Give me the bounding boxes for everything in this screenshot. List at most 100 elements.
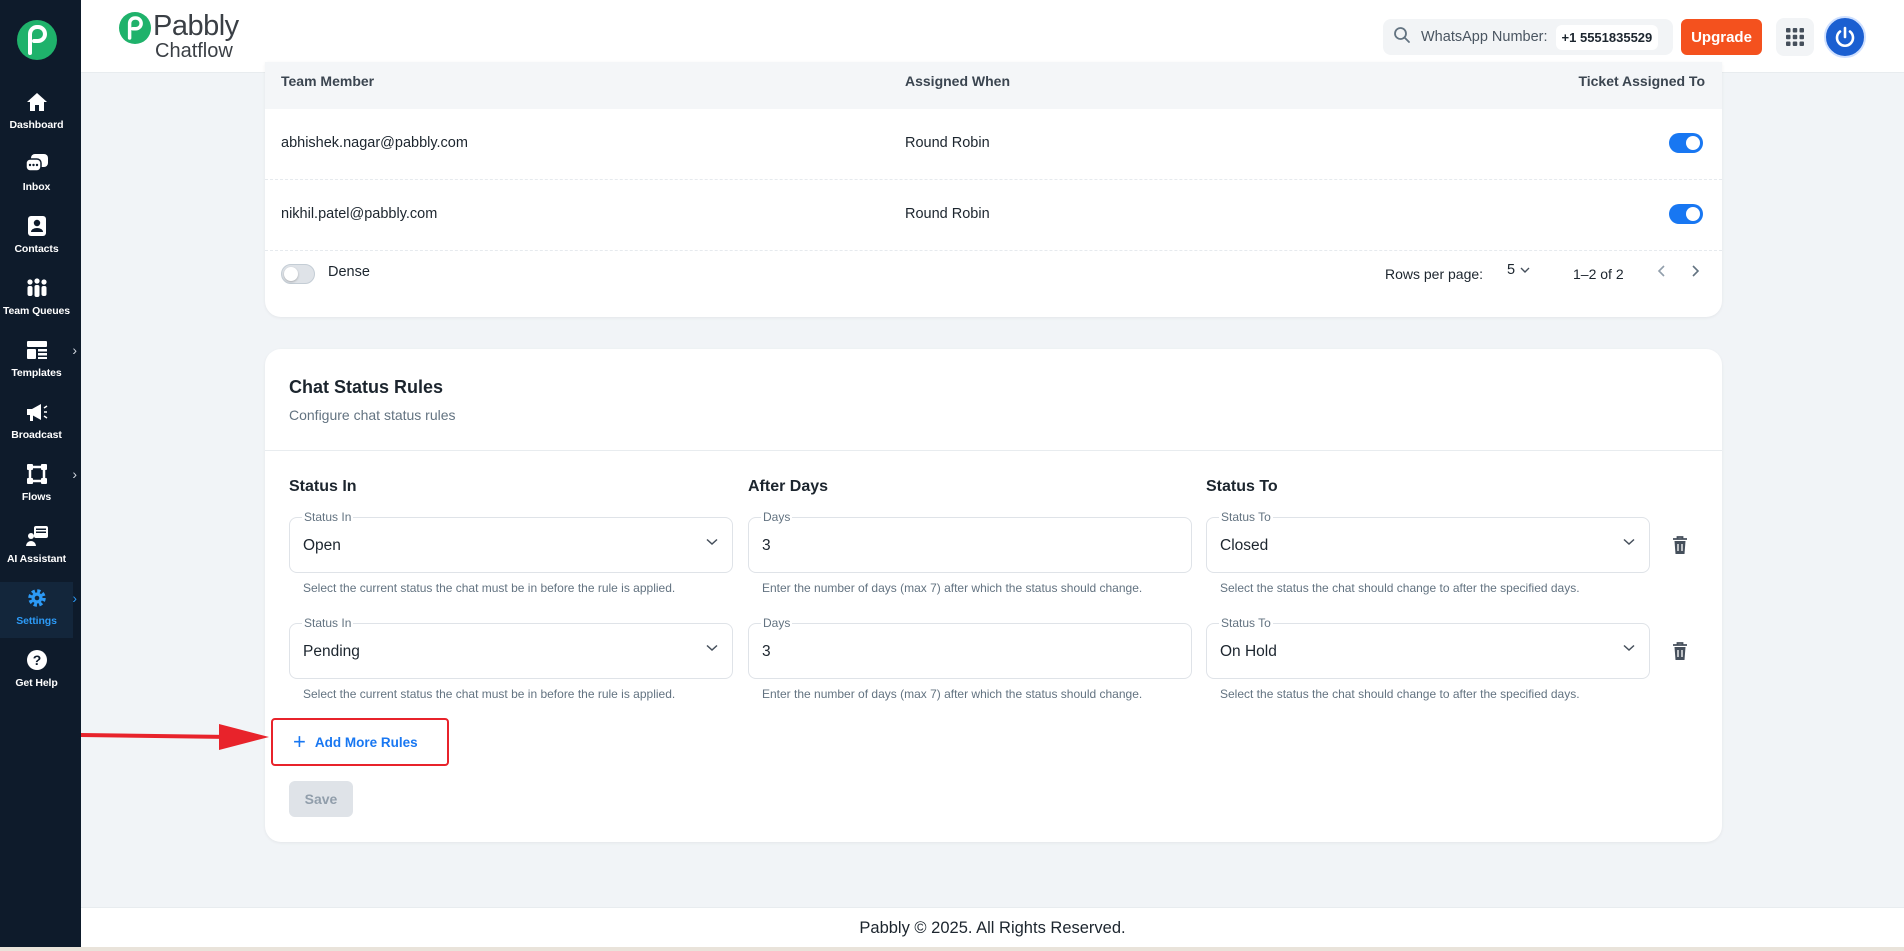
add-more-rules-button[interactable]: + Add More Rules — [271, 718, 449, 766]
status-to-select[interactable]: Status To Closed — [1206, 510, 1650, 573]
table-row: nikhil.patel@pabbly.com Round Robin — [265, 180, 1722, 251]
field-label: Status In — [302, 510, 354, 524]
bottom-strip — [0, 947, 1904, 951]
sidebar-item-inbox[interactable]: Inbox — [0, 148, 73, 204]
add-more-rules-label: Add More Rules — [314, 734, 418, 750]
rows-per-page-label: Rows per page: — [1385, 266, 1484, 282]
helper-text: Enter the number of days (max 7) after w… — [762, 687, 1143, 701]
status-in-select[interactable]: Status In Pending — [289, 616, 733, 679]
column-heading-after-days: After Days — [748, 478, 829, 495]
divider — [265, 450, 1722, 451]
team-icon — [25, 276, 49, 300]
ticket-assigned-toggle[interactable] — [1669, 133, 1703, 153]
gear-icon — [25, 586, 49, 610]
chevron-down-icon — [1623, 538, 1635, 546]
whatsapp-number-box[interactable]: WhatsApp Number: +1 5551835529 — [1383, 19, 1673, 55]
brand-logo[interactable]: Pabbly Chatflow — [119, 12, 239, 61]
brand-subtitle: Chatflow — [155, 40, 233, 62]
inbox-chat-icon — [24, 152, 49, 176]
help-icon: ? — [25, 648, 49, 672]
sidebar-item-label: Team Queues — [3, 305, 70, 317]
megaphone-icon — [25, 400, 49, 424]
dense-toggle[interactable] — [281, 264, 315, 284]
brand-name: Pabbly — [153, 10, 239, 42]
chevron-down-icon — [1623, 644, 1635, 652]
sidebar: Dashboard Inbox Contacts Team Queues Tem… — [0, 0, 81, 951]
home-icon — [25, 90, 49, 114]
rows-per-page-value: 5 — [1507, 262, 1516, 278]
field-label: Status To — [1219, 510, 1273, 524]
assigned-when-value: Round Robin — [905, 206, 990, 222]
rows-per-page-select[interactable]: 5 — [1507, 262, 1530, 278]
templates-icon — [25, 338, 49, 362]
status-in-select[interactable]: Status In Open — [289, 510, 733, 573]
field-value: 3 — [762, 537, 771, 554]
column-header-ticket-assigned-to: Ticket Assigned To — [1578, 73, 1705, 89]
column-heading-status-in: Status In — [289, 478, 357, 495]
field-label: Status To — [1219, 616, 1273, 630]
delete-rule-trash-icon[interactable] — [1670, 534, 1690, 556]
ai-assistant-icon — [25, 524, 49, 548]
chat-status-rules-card: Chat Status Rules Configure chat status … — [265, 349, 1722, 842]
column-header-team-member: Team Member — [281, 73, 375, 89]
next-page-icon[interactable] — [1690, 264, 1700, 282]
field-value: Closed — [1220, 537, 1269, 554]
upgrade-button[interactable]: Upgrade — [1681, 19, 1762, 55]
ticket-assigned-toggle[interactable] — [1669, 204, 1703, 224]
field-value: Pending — [303, 643, 360, 660]
account-power-icon[interactable] — [1824, 16, 1866, 58]
dense-label: Dense — [328, 264, 370, 280]
sidebar-item-settings[interactable]: Settings › — [0, 582, 77, 638]
sidebar-item-ai-assistant[interactable]: AI Assistant — [0, 520, 73, 576]
assigned-when-value: Round Robin — [905, 135, 990, 151]
field-value: 3 — [762, 643, 771, 660]
svg-text:?: ? — [32, 652, 41, 668]
sidebar-item-label: Broadcast — [11, 429, 62, 441]
apps-grid-icon[interactable] — [1776, 18, 1814, 56]
delete-rule-trash-icon[interactable] — [1670, 640, 1690, 662]
pagination-range: 1–2 of 2 — [1573, 266, 1624, 282]
sidebar-item-dashboard[interactable]: Dashboard — [0, 86, 73, 142]
column-header-assigned-when: Assigned When — [905, 73, 1011, 89]
sidebar-item-flows[interactable]: Flows › — [0, 458, 77, 514]
plus-icon: + — [293, 729, 306, 754]
team-member-email: nikhil.patel@pabbly.com — [281, 206, 438, 222]
helper-text: Select the current status the chat must … — [303, 687, 676, 701]
page-footer: Pabbly © 2025. All Rights Reserved. — [81, 907, 1904, 948]
helper-text: Enter the number of days (max 7) after w… — [762, 581, 1143, 595]
sidebar-item-label: Get Help — [15, 677, 58, 689]
field-value: On Hold — [1220, 643, 1277, 660]
days-input[interactable]: Days 3 — [748, 616, 1192, 679]
sidebar-item-label: Inbox — [22, 181, 51, 193]
sidebar-item-team-queues[interactable]: Team Queues — [0, 272, 73, 328]
sidebar-item-get-help[interactable]: ? Get Help — [0, 644, 73, 700]
card-title: Chat Status Rules — [289, 377, 444, 397]
chevron-right-icon: › — [72, 342, 77, 358]
save-button[interactable]: Save — [289, 781, 353, 817]
field-label: Days — [761, 510, 793, 524]
sidebar-item-label: Flows — [21, 491, 52, 503]
days-input[interactable]: Days 3 — [748, 510, 1192, 573]
helper-text: Select the status the chat should change… — [1220, 687, 1580, 701]
status-to-select[interactable]: Status To On Hold — [1206, 616, 1650, 679]
field-value: Open — [303, 537, 341, 554]
prev-page-icon[interactable] — [1657, 264, 1667, 282]
sidebar-item-label: Templates — [11, 367, 62, 379]
sidebar-item-broadcast[interactable]: Broadcast — [0, 396, 73, 452]
chevron-down-icon — [706, 538, 718, 546]
sidebar-item-contacts[interactable]: Contacts — [0, 210, 73, 266]
sidebar-item-templates[interactable]: Templates › — [0, 334, 77, 390]
search-icon — [1393, 26, 1411, 49]
sidebar-item-label: Settings — [16, 615, 57, 627]
table-header: Team Member Assigned When Ticket Assigne… — [265, 62, 1722, 109]
pabbly-logo-icon — [119, 12, 151, 44]
sidebar-item-label: Contacts — [14, 243, 59, 255]
whatsapp-number-value: +1 5551835529 — [1555, 24, 1659, 50]
team-member-email: abhishek.nagar@pabbly.com — [281, 135, 468, 151]
sidebar-item-label: Dashboard — [9, 119, 64, 131]
chevron-right-icon: › — [72, 466, 77, 482]
column-heading-status-to: Status To — [1206, 478, 1278, 495]
chevron-down-icon — [1520, 267, 1530, 273]
chevron-down-icon — [706, 644, 718, 652]
pabbly-logo-icon[interactable] — [17, 20, 57, 60]
